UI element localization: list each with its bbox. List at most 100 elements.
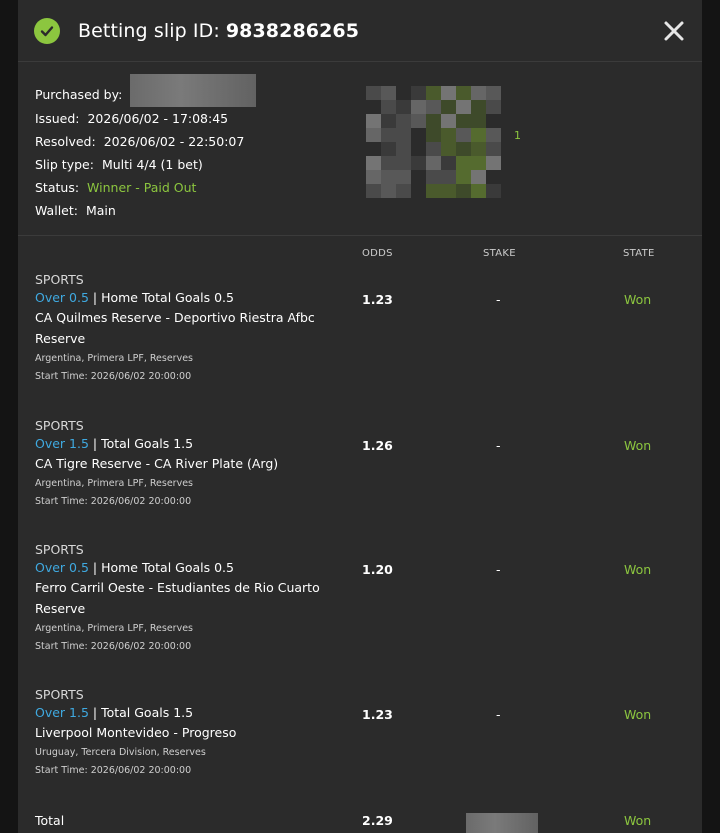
mosaic-cell [501,72,516,86]
total-state: Won [624,813,652,828]
close-icon[interactable] [662,19,686,43]
bet-leg-2: SPORTS Over 1.5 | Total Goals 1.5 CA Tig… [18,418,702,542]
total-label: Total [35,813,65,828]
mosaic-cell [411,114,426,128]
mosaic-cell [396,170,411,184]
mosaic-cell [486,128,501,142]
modal-header: Betting slip ID: 9838286265 [18,0,702,62]
bet-market-name: | Total Goals 1.5 [88,705,194,720]
bet-odds: 1.23 [362,707,393,722]
backdrop-right [702,0,720,833]
bet-category: SPORTS [35,542,84,557]
slip-info: Purchased by: Issued: 2026/06/02 - 17:08… [18,62,702,236]
mosaic-cell [366,142,381,156]
mosaic-cell [411,86,426,100]
mosaic-cell [486,198,501,212]
mosaic-cell [396,114,411,128]
mosaic-cell [396,184,411,198]
mosaic-cell [411,142,426,156]
mosaic-cell [411,170,426,184]
slip-title: Betting slip ID: 9838286265 [78,20,359,42]
bet-match: Liverpool Montevideo - Progreso [35,725,237,740]
mosaic-cell [441,86,456,100]
mosaic-cell [471,114,486,128]
mosaic-cell [381,100,396,114]
mosaic-cell [501,170,516,184]
bet-match: CA Quilmes Reserve - Deportivo Riestra A… [35,310,315,346]
bet-selection: Over 0.5 [35,560,89,575]
mosaic-cell [471,100,486,114]
wallet-row: Wallet: Main [35,199,685,222]
mosaic-cell [381,156,396,170]
bet-stake: - [496,438,501,453]
bet-start-time: Start Time: 2026/06/02 20:00:00 [35,641,192,652]
total-row: Total 2.29 Won [18,806,702,833]
mosaic-cell [471,128,486,142]
mosaic-cell [381,114,396,128]
mosaic-cell [441,142,456,156]
mosaic-cell [366,72,381,86]
resolved-label: Resolved: [35,134,96,149]
bet-stake: - [496,707,501,722]
mosaic-cell [381,142,396,156]
mosaic-cell [441,184,456,198]
mosaic-cell [396,198,411,212]
mosaic-cell [381,198,396,212]
bet-match: Ferro Carril Oeste - Estudiantes de Rio … [35,580,320,616]
mosaic-cell [366,100,381,114]
bet-category: SPORTS [35,272,84,287]
betting-slip-modal: Betting slip ID: 9838286265 Purchased by:… [18,0,702,833]
mosaic-cell [456,72,471,86]
mosaic-cell [381,128,396,142]
mosaic-cell [426,72,441,86]
column-headers: ODDS STAKE STATE [18,236,702,272]
mosaic-cell [441,72,456,86]
bet-state: Won [624,707,652,722]
mosaic-cell [381,184,396,198]
mosaic-cell [486,86,501,100]
mosaic-cell [501,184,516,198]
mosaic-cell [456,100,471,114]
backdrop-left [0,0,18,833]
status-row: Status: Winner - Paid Out [35,176,685,199]
mosaic-cell [486,72,501,86]
bet-start-time: Start Time: 2026/06/02 20:00:00 [35,765,192,776]
mosaic-digit: 1 [514,129,521,142]
mosaic-cell [426,86,441,100]
mosaic-cell [441,114,456,128]
check-circle-icon [34,17,60,44]
bet-leg-3: SPORTS Over 0.5 | Home Total Goals 0.5 F… [18,542,702,687]
mosaic-cell [501,114,516,128]
mosaic-cell [456,170,471,184]
mosaic-cell [471,156,486,170]
bet-odds: 1.26 [362,438,393,453]
bet-league: Uruguay, Tercera Division, Reserves [35,747,206,758]
mosaic-cell [396,86,411,100]
mosaic-cell [426,198,441,212]
mosaic-cell [396,156,411,170]
purchased-by-label: Purchased by: [35,87,123,102]
issued-value: 2026/06/02 - 17:08:45 [87,111,229,126]
bet-selection: Over 0.5 [35,290,89,305]
mosaic-cell [411,198,426,212]
bet-odds: 1.20 [362,562,393,577]
bet-stake: - [496,292,501,307]
slip-id: 9838286265 [225,19,360,42]
slip-title-prefix: Betting slip ID: [78,19,220,42]
state-header: STATE [623,248,655,259]
mosaic-cell [501,142,516,156]
mosaic-cell [501,156,516,170]
bet-match: CA Tigre Reserve - CA River Plate (Arg) [35,456,279,471]
mosaic-cell [456,114,471,128]
bet-selection: Over 1.5 [35,436,89,451]
mosaic-cell [486,170,501,184]
mosaic-cell [426,156,441,170]
bet-state: Won [624,562,652,577]
mosaic-cell [426,128,441,142]
purchased-by-redacted [130,74,257,107]
odds-header: ODDS [362,248,393,259]
purchased-by-row: Purchased by: [35,74,685,107]
redacted-mosaic [366,72,516,212]
mosaic-cell [411,156,426,170]
mosaic-cell [441,100,456,114]
